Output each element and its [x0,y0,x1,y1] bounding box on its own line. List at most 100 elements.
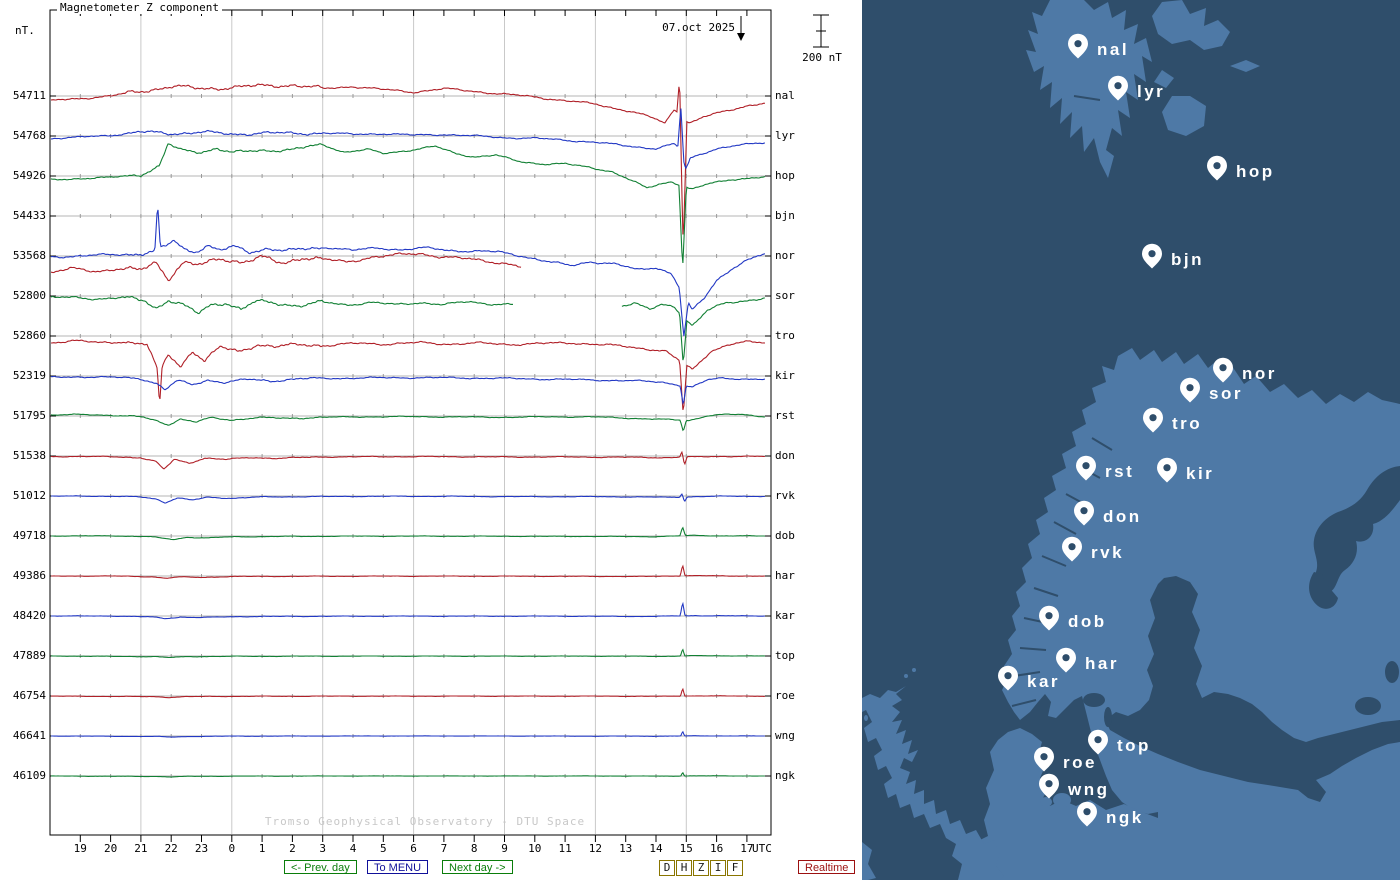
trace-top [51,648,765,659]
y-axis-value-ngk: 46109 [12,769,46,782]
map-island-hebrides-1 [864,715,868,721]
station-label-wng: wng [775,729,795,742]
y-axis-value-top: 47889 [12,649,46,662]
x-axis-hour-11: 11 [558,842,572,855]
station-label-tro: tro [775,329,795,342]
station-label-ngk: ngk [775,769,795,782]
pin-hole [1062,654,1070,662]
map-pin-label-dob: dob [1068,612,1107,631]
station-label-rst: rst [775,409,795,422]
trace-wng [51,730,765,738]
component-button-H[interactable]: H [676,860,692,876]
x-axis-hour-6: 6 [410,842,417,855]
map-pin-label-wng: wng [1067,780,1110,799]
component-button-D[interactable]: D [659,860,675,876]
map-pin-label-tro: tro [1172,414,1202,433]
pin-hole [1080,507,1088,515]
pin-hole [1186,384,1194,392]
x-axis-utc-label: UTC [752,842,772,855]
map-pin-label-nor: nor [1242,364,1277,383]
to-menu-button[interactable]: To MENU [367,860,429,874]
map-pin-label-rvk: rvk [1091,543,1124,562]
y-axis-value-tro: 52860 [12,329,46,342]
trace-nor [51,209,766,337]
y-axis-value-kir: 52319 [12,369,46,382]
station-label-rvk: rvk [775,489,795,502]
map-pin-label-top: top [1117,736,1151,755]
map-island-orkney-1 [904,674,908,678]
component-button-F[interactable]: F [727,860,743,876]
x-axis-hour-15: 15 [679,842,693,855]
y-axis-value-nor: 53568 [12,249,46,262]
x-axis-hour-9: 9 [501,842,508,855]
station-label-top: top [775,649,795,662]
y-axis-value-roe: 46754 [12,689,46,702]
pin-hole [1074,40,1082,48]
x-axis-hour-21: 21 [134,842,148,855]
page-title: Magnetometer Z component [57,1,222,14]
y-axis-value-sor: 52800 [12,289,46,302]
y-axis-value-har: 49386 [12,569,46,582]
prev-day-button[interactable]: <- Prev. day [284,860,357,874]
station-label-sor: sor [775,289,795,302]
map-pin-label-sor: sor [1209,384,1243,403]
x-axis-hour-1: 1 [258,842,266,855]
pin-hole [1114,82,1122,90]
x-axis-hour-23: 23 [194,842,209,855]
magnetometer-app: Magnetometer Z component nT. 07.oct 2025… [0,0,1400,880]
pin-hole [1163,464,1171,472]
map-island-lofoten-1 [1057,475,1063,481]
trace-ngk [51,771,765,778]
map-pin-label-nal: nal [1097,40,1129,59]
pin-hole [1149,414,1157,422]
trace-bjn [51,252,522,282]
map-lake-ladoga [1355,697,1381,715]
y-axis-value-nal: 54711 [12,89,46,102]
map-lake-vanern [1083,693,1105,707]
x-axis-hour-12: 12 [588,842,603,855]
y-axis-value-bjn: 54433 [12,209,46,222]
y-axis-unit-label: nT. [15,24,35,37]
pin-hole [1004,672,1012,680]
y-axis-value-rvk: 51012 [12,489,46,502]
realtime-button[interactable]: Realtime [798,860,856,874]
y-axis-value-rst: 51795 [12,409,46,422]
map-pin-label-don: don [1103,507,1142,526]
station-map-panel: nal lyr hop bjn nor sor tro rst kir don rvk dob har k… [862,0,1400,880]
scale-bar-label: 200 nT [802,51,842,64]
pin-hole [1045,780,1053,788]
station-label-nor: nor [775,249,795,262]
station-label-kar: kar [775,609,795,622]
component-button-Z[interactable]: Z [693,860,709,876]
map-pin-label-lyr: lyr [1137,82,1165,101]
station-label-har: har [775,569,795,582]
pin-hole [1045,612,1053,620]
trace-hop [51,143,766,264]
x-axis-hour-5: 5 [379,842,387,855]
trace-lyr [51,108,766,170]
pin-hole [1082,462,1090,470]
pin-hole [1040,753,1048,761]
y-axis-value-kar: 48420 [12,609,46,622]
next-day-button[interactable]: Next day -> [442,860,513,874]
map-pin-label-rst: rst [1105,462,1134,481]
y-axis-value-wng: 46641 [12,729,46,742]
station-label-lyr: lyr [775,129,795,142]
pin-hole [1083,808,1091,816]
component-button-I[interactable]: I [710,860,726,876]
y-axis-value-lyr: 54768 [12,129,46,142]
map-lake-vattern [1104,707,1112,727]
x-axis-hour-4: 4 [349,842,357,855]
map-island-bornholm [1151,789,1157,795]
map-lake-onega [1385,661,1399,683]
pin-hole [1219,364,1227,372]
x-axis-hour-0: 0 [228,842,236,855]
y-axis-value-hop: 54926 [12,169,46,182]
station-label-kir: kir [775,369,795,382]
map-island-orkney-2 [912,668,916,672]
x-axis-hour-13: 13 [619,842,633,855]
station-label-nal: nal [775,89,795,102]
map-pin-label-kir: kir [1186,464,1214,483]
pin-hole [1213,162,1221,170]
x-axis-hour-19: 19 [73,842,87,855]
